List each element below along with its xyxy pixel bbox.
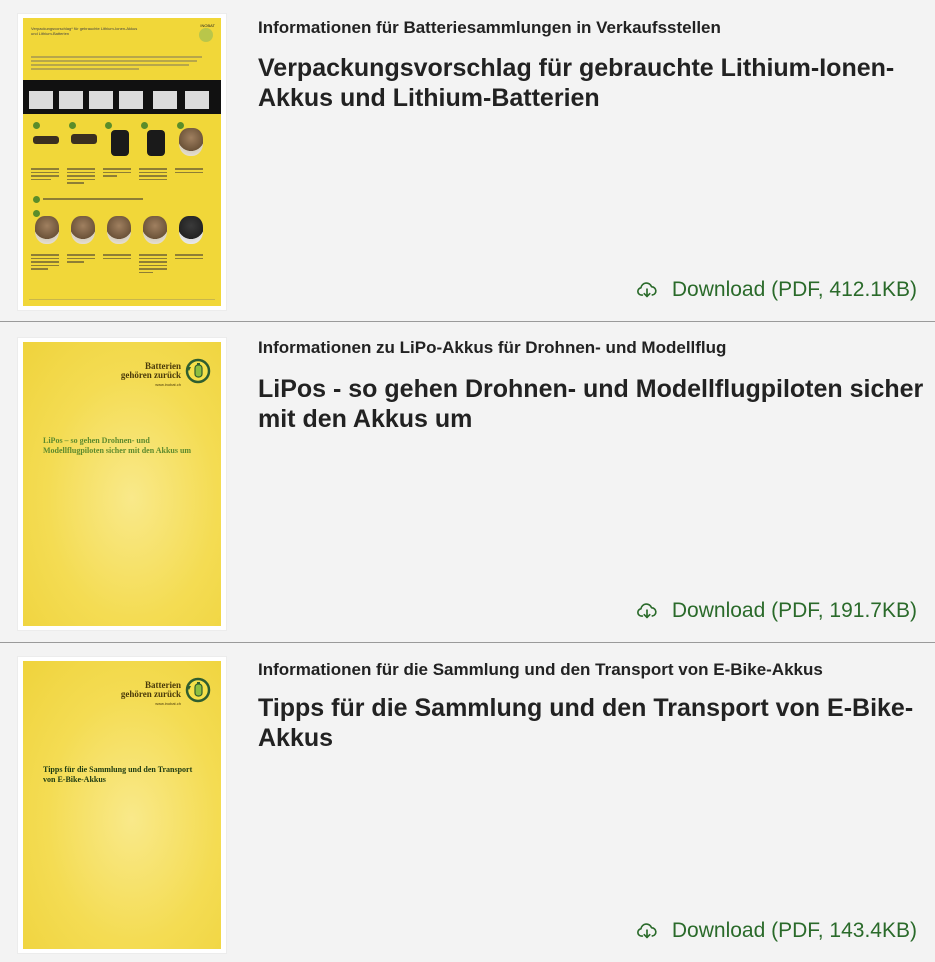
item-subtitle: Informationen für die Sammlung und den T… bbox=[258, 660, 823, 679]
battery-recycle-logo-icon bbox=[185, 358, 211, 384]
container-icon bbox=[179, 216, 203, 244]
download-label: Download (PDF, 412.1KB) bbox=[671, 278, 917, 301]
cloud-download-icon bbox=[636, 920, 658, 942]
item-title: Verpackungsvorschlag für gebrauchte Lith… bbox=[258, 54, 895, 112]
pdf-thumbnail[interactable]: Verpackungsvorschlag* für gebrauchte Lit… bbox=[18, 14, 226, 310]
thumbnail-text-lines bbox=[31, 54, 211, 72]
download-link[interactable]: Download (PDF, 143.4KB) bbox=[636, 919, 917, 943]
battery-icon bbox=[71, 134, 97, 144]
container-icon bbox=[143, 216, 167, 244]
thumbnail-cover-title: LiPos – so gehen Drohnen- und Modellflug… bbox=[43, 436, 192, 455]
container-icon bbox=[71, 216, 95, 244]
container-icon bbox=[179, 128, 203, 156]
container-icon bbox=[147, 130, 165, 156]
step-marker-icon bbox=[33, 122, 40, 129]
download-label: Download (PDF, 191.7KB) bbox=[671, 599, 917, 622]
pdf-cover-image: Verpackungsvorschlag* für gebrauchte Lit… bbox=[23, 18, 221, 306]
thumbnail-logo-url: www.inobat.ch bbox=[155, 701, 181, 706]
cloud-download-icon bbox=[636, 279, 658, 301]
inobat-logo-icon bbox=[199, 28, 213, 42]
pdf-thumbnail[interactable]: Batterien gehören zurück www.inobat.ch L… bbox=[18, 338, 226, 630]
list-item: Batterien gehören zurück www.inobat.ch T… bbox=[0, 643, 935, 962]
step-marker-icon bbox=[177, 122, 184, 129]
thumbnail-logo-text: Batterien gehören zurück bbox=[121, 362, 181, 380]
thumbnail-logo-text: Batterien gehören zurück bbox=[121, 681, 181, 699]
battery-icon bbox=[33, 136, 59, 144]
thumbnail-logo-url: www.inobat.ch bbox=[155, 382, 181, 387]
list-item: Verpackungsvorschlag* für gebrauchte Lit… bbox=[0, 0, 935, 322]
download-link[interactable]: Download (PDF, 191.7KB) bbox=[636, 599, 917, 623]
container-icon bbox=[35, 216, 59, 244]
item-subtitle: Informationen zu LiPo-Akkus für Drohnen-… bbox=[258, 338, 727, 357]
container-icon bbox=[107, 216, 131, 244]
step-marker-icon bbox=[69, 122, 76, 129]
battery-recycle-logo-icon bbox=[185, 677, 211, 703]
container-icon bbox=[111, 130, 129, 156]
step-marker-icon bbox=[33, 210, 40, 217]
download-label: Download (PDF, 143.4KB) bbox=[671, 919, 917, 942]
item-title: LiPos - so gehen Drohnen- und Modellflug… bbox=[258, 375, 924, 433]
step-marker-icon bbox=[105, 122, 112, 129]
cloud-download-icon bbox=[636, 600, 658, 622]
download-list: Verpackungsvorschlag* für gebrauchte Lit… bbox=[0, 0, 935, 962]
pdf-cover-image: Batterien gehören zurück www.inobat.ch L… bbox=[23, 342, 221, 626]
item-title: Tipps für die Sammlung und den Transport… bbox=[258, 694, 914, 752]
step-marker-icon bbox=[141, 122, 148, 129]
pdf-cover-image: Batterien gehören zurück www.inobat.ch T… bbox=[23, 661, 221, 949]
logo-line-2: gehören zurück bbox=[120, 689, 181, 699]
thumbnail-battery-bar bbox=[23, 80, 221, 114]
download-link[interactable]: Download (PDF, 412.1KB) bbox=[636, 278, 917, 302]
item-subtitle: Informationen für Batteriesammlungen in … bbox=[258, 18, 721, 37]
thumbnail-footer bbox=[29, 299, 215, 300]
thumbnail-cover-title: Tipps für die Sammlung und den Transport… bbox=[43, 765, 193, 784]
thumbnail-logo-text: INOBAT bbox=[200, 23, 215, 28]
thumbnail-heading: Verpackungsvorschlag* für gebrauchte Lit… bbox=[31, 26, 138, 36]
list-item: Batterien gehören zurück www.inobat.ch L… bbox=[0, 322, 935, 643]
step-marker-icon bbox=[33, 196, 40, 203]
pdf-thumbnail[interactable]: Batterien gehören zurück www.inobat.ch T… bbox=[18, 657, 226, 953]
logo-line-2: gehören zurück bbox=[120, 370, 181, 380]
